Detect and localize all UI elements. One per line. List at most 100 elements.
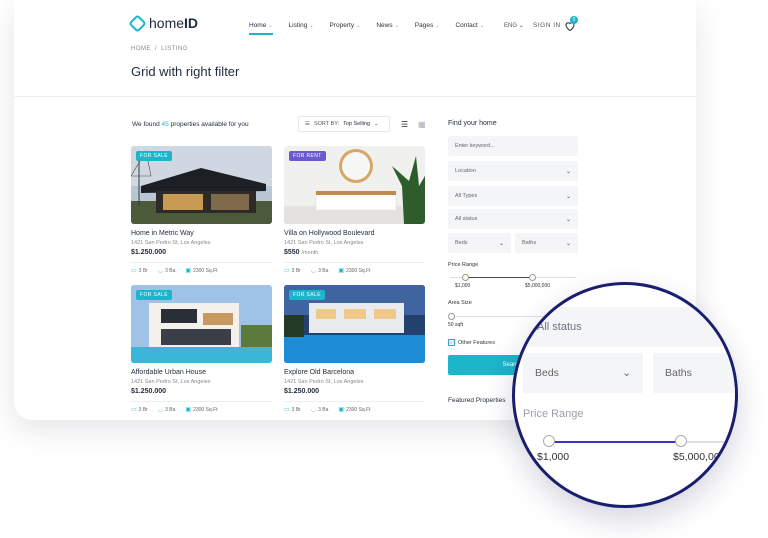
price-min-value: $1,000 <box>455 283 471 289</box>
nav-news[interactable]: News ⌄ <box>376 22 398 29</box>
baths-value: 3 Ba <box>318 268 329 274</box>
filter-title: Find your home <box>448 120 497 127</box>
listing-title[interactable]: Affordable Urban House <box>131 369 272 376</box>
status-badge: FOR RENT <box>289 151 326 161</box>
keyword-input[interactable]: Enter keyword... <box>448 136 578 156</box>
beds-value: 3 Br <box>138 268 148 274</box>
area-icon: ▣ <box>338 268 345 274</box>
nav-home[interactable]: Home ⌄ <box>249 22 273 35</box>
types-select[interactable]: All Types ⌄ <box>448 186 578 206</box>
nav-contact[interactable]: Contact ⌄ <box>455 22 484 29</box>
area-min-handle[interactable] <box>448 313 455 320</box>
beds-value: 3 Br <box>291 407 301 413</box>
checkbox-icon[interactable]: ✓ <box>448 339 455 346</box>
listing-photo[interactable]: FOR SALE <box>284 285 425 363</box>
grid-view-icon[interactable]: ▦ <box>418 120 426 129</box>
logo-text-bold: ID <box>184 15 199 31</box>
magnified-max-handle <box>675 435 687 447</box>
chevron-down-icon: ⌄ <box>374 121 379 127</box>
chevron-down-icon: ⌄ <box>356 23 361 29</box>
sort-dropdown[interactable]: ☰ SORT BY: Top Selling ⌄ <box>298 116 390 132</box>
breadcrumb-separator: / <box>155 46 158 52</box>
divider <box>14 96 696 97</box>
language-label: ENG <box>504 23 518 29</box>
area-icon: ▣ <box>185 268 192 274</box>
site-header: homeID Home ⌄ Listing ⌄ Property ⌄ News ⌄ Pa… <box>14 0 696 40</box>
listing-photo[interactable]: FOR SALE <box>131 285 272 363</box>
listing-address: 1421 San Pedro St, Los Angeles <box>131 379 211 385</box>
nav-pages[interactable]: Pages ⌄ <box>415 22 440 29</box>
location-select[interactable]: Location ⌄ <box>448 161 578 181</box>
listing-card[interactable]: FOR SALE Affordable Urban House 1421 San… <box>131 285 272 413</box>
area-icon: ▣ <box>338 407 345 413</box>
area-feature: ▣ 2300 Sq.Ft <box>185 267 217 274</box>
main-nav: Home ⌄ Listing ⌄ Property ⌄ News ⌄ Pages ⌄ Co… <box>249 22 500 35</box>
magnified-price-max: $5,000,000 <box>673 451 726 463</box>
listing-photo[interactable]: FOR SALE <box>131 146 272 224</box>
nav-property-label: Property <box>329 22 355 29</box>
other-features-toggle[interactable]: ✓ Other Features <box>448 339 495 346</box>
baths-value: 3 Ba <box>165 407 176 413</box>
other-features-label: Other Features <box>458 339 495 346</box>
price-range-fill <box>465 277 532 278</box>
page-title: Grid with right filter <box>131 64 240 79</box>
listing-features: ▭ 3 Br ◡ 3 Ba ▣ 2300 Sq.Ft <box>131 401 272 413</box>
baths-feature: ◡ 3 Ba <box>311 406 329 413</box>
magnified-price-label: Price Range <box>523 408 584 420</box>
beds-value: 3 Br <box>138 407 148 413</box>
bath-icon: ◡ <box>157 407 164 413</box>
results-prefix: We found <box>132 121 160 128</box>
chevron-down-icon: ⌄ <box>435 23 440 29</box>
magnified-price-min: $1,000 <box>537 451 570 463</box>
listing-title[interactable]: Home in Metric Way <box>131 230 272 237</box>
beds-feature: ▭ 3 Br <box>284 267 301 274</box>
area-value: 2300 Sq.Ft <box>193 268 218 274</box>
chevron-down-icon: ⌄ <box>565 193 571 200</box>
chevron-down-icon: ⌄ <box>622 367 631 379</box>
magnified-beds-select: Beds ⌄ <box>523 353 643 393</box>
status-badge: FOR SALE <box>136 151 172 161</box>
baths-feature: ◡ 3 Ba <box>158 267 176 274</box>
beds-select[interactable]: Beds ⌄ <box>448 233 511 253</box>
language-select[interactable]: ENG ⌄ <box>504 22 524 29</box>
baths-select[interactable]: Baths ⌄ <box>515 233 578 253</box>
sort-icon: ☰ <box>305 121 310 127</box>
chevron-down-icon: ⌄ <box>565 240 571 247</box>
magnified-price-fill <box>549 441 681 443</box>
listing-title[interactable]: Explore Old Barcelona <box>284 369 425 376</box>
baths-feature: ◡ 3 Ba <box>311 267 329 274</box>
bed-icon: ▭ <box>284 268 290 274</box>
magnified-beds-value: Beds <box>535 367 559 379</box>
price-range-slider[interactable] <box>450 274 576 281</box>
status-badge: FOR SALE <box>136 290 172 300</box>
price-max-value: $5,000,000 <box>525 283 551 289</box>
beds-feature: ▭ 3 Br <box>284 406 301 413</box>
list-view-icon[interactable]: ☰ <box>401 120 408 129</box>
nav-property[interactable]: Property ⌄ <box>330 22 361 29</box>
listing-photo[interactable]: FOR RENT <box>284 146 425 224</box>
breadcrumb-home[interactable]: HOME <box>131 46 151 52</box>
listing-price: $1.250.000 <box>131 249 272 256</box>
nav-contact-label: Contact <box>455 22 478 29</box>
price-max-handle[interactable] <box>528 274 536 281</box>
results-count: We found 45 properties available for you <box>132 121 249 128</box>
breadcrumb: HOME / LISTING <box>131 46 192 52</box>
baths-value: 3 Ba <box>165 268 176 274</box>
breadcrumb-current: LISTING <box>161 46 189 52</box>
listing-card[interactable]: FOR SALE Explore Old Barcelona 1421 San … <box>284 285 425 413</box>
status-select[interactable]: All status ⌄ <box>448 209 578 229</box>
wishlist-count-badge: 0 <box>570 16 578 24</box>
baths-value: Baths <box>522 240 537 246</box>
price-min-handle[interactable] <box>462 274 470 281</box>
beds-feature: ▭ 3 Br <box>131 406 148 413</box>
chevron-down-icon: ⌄ <box>565 168 571 175</box>
listing-card[interactable]: FOR RENT Villa on Hollywood Boulevard 14… <box>284 146 425 274</box>
listing-price-value: $1.250.000 <box>131 249 167 256</box>
chevron-down-icon: ⌄ <box>498 240 504 247</box>
logo[interactable]: homeID <box>128 13 199 33</box>
sign-in-link[interactable]: SIGN IN <box>533 22 561 29</box>
listing-title[interactable]: Villa on Hollywood Boulevard <box>284 230 425 237</box>
baths-value: 3 Ba <box>318 407 329 413</box>
listing-card[interactable]: FOR SALE Home in Metric Way 1421 San Ped… <box>131 146 272 274</box>
nav-listing[interactable]: Listing ⌄ <box>289 22 314 29</box>
